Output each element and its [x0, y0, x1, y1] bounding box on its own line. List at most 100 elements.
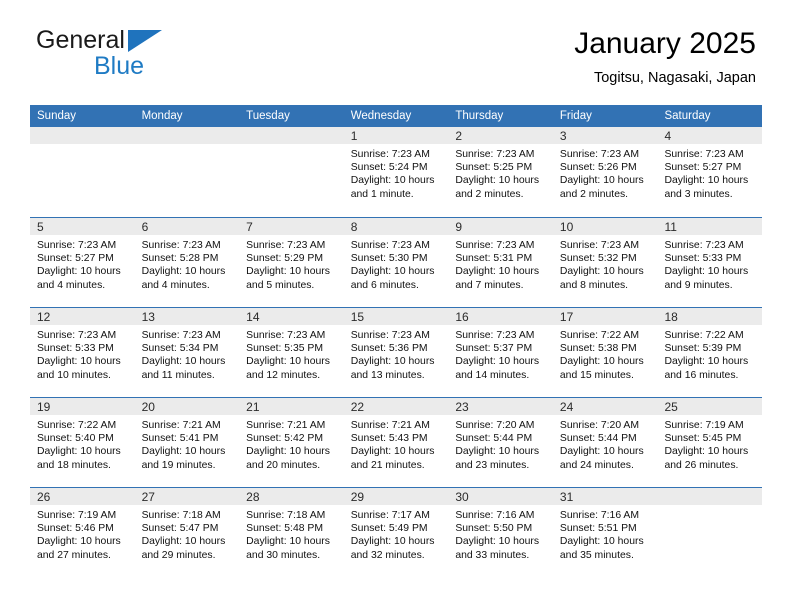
day-number: 1: [343, 127, 449, 144]
calendar-day-cell[interactable]: 15 Sunrise: 7:23 AM Sunset: 5:36 PM Dayligh…: [343, 308, 449, 397]
weekday-header-row: Sunday Monday Tuesday Wednesday Thursday…: [30, 105, 762, 127]
calendar-day-cell[interactable]: 16 Sunrise: 7:23 AM Sunset: 5:37 PM Dayligh…: [448, 308, 553, 397]
weekday-tuesday: Tuesday: [246, 110, 290, 122]
calendar-day-cell[interactable]: 11 Sunrise: 7:23 AM Sunset: 5:33 PM Dayligh…: [657, 218, 763, 307]
calendar-weeks: 1 Sunrise: 7:23 AM Sunset: 5:24 PM Daylight…: [30, 127, 763, 577]
calendar-day-cell[interactable]: 2 Sunrise: 7:23 AM Sunset: 5:25 PM Daylight…: [448, 127, 553, 217]
calendar-day-cell[interactable]: 20 Sunrise: 7:21 AM Sunset: 5:41 PM Dayligh…: [134, 398, 240, 487]
generalblue-logo: General Blue: [36, 26, 296, 90]
calendar-day-cell[interactable]: 31 Sunrise: 7:16 AM Sunset: 5:51 PM Dayligh…: [552, 488, 658, 577]
daylight-text-line1: Daylight: 10 hours: [559, 266, 644, 278]
calendar-day-cell[interactable]: 10 Sunrise: 7:23 AM Sunset: 5:32 PM Dayligh…: [552, 218, 658, 307]
sunset-text: Sunset: 5:27 PM: [37, 253, 114, 265]
daylight-text-line2: and 15 minutes.: [559, 369, 634, 381]
daylight-text-line1: Daylight: 10 hours: [664, 356, 749, 368]
calendar-week-row: 19 Sunrise: 7:22 AM Sunset: 5:40 PM Dayligh…: [30, 397, 763, 487]
calendar-day-cell[interactable]: 22 Sunrise: 7:21 AM Sunset: 5:43 PM Dayligh…: [343, 398, 449, 487]
daylight-text-line2: and 12 minutes.: [246, 369, 321, 381]
daylight-text-line2: and 5 minutes.: [246, 279, 315, 291]
sunrise-text: Sunrise: 7:23 AM: [664, 149, 744, 160]
daylight-text-line1: Daylight: 10 hours: [559, 446, 644, 458]
daylight-text-line1: Daylight: 10 hours: [559, 356, 644, 368]
sunset-text: Sunset: 5:36 PM: [350, 343, 428, 355]
daylight-text-line1: Daylight: 10 hours: [37, 536, 121, 548]
calendar-day-cell[interactable]: 21 Sunrise: 7:21 AM Sunset: 5:42 PM Dayligh…: [239, 398, 344, 487]
calendar-day-cell[interactable]: 9 Sunrise: 7:23 AM Sunset: 5:31 PM Daylight…: [448, 218, 553, 307]
sunset-text: Sunset: 5:33 PM: [37, 343, 114, 355]
day-sun-info: Sunrise: 7:18 AM Sunset: 5:48 PM Daylight:…: [239, 505, 344, 562]
sunrise-text: Sunrise: 7:19 AM: [664, 420, 744, 431]
calendar-week-row: 1 Sunrise: 7:23 AM Sunset: 5:24 PM Daylight…: [30, 127, 763, 217]
calendar-day-cell[interactable]: 29 Sunrise: 7:17 AM Sunset: 5:49 PM Dayligh…: [343, 488, 449, 577]
daylight-text-line2: and 33 minutes.: [455, 549, 530, 561]
daylight-text-line1: Daylight: 10 hours: [246, 446, 330, 458]
calendar-day-cell[interactable]: 18 Sunrise: 7:22 AM Sunset: 5:39 PM Dayligh…: [657, 308, 763, 397]
logo-text-general: General: [36, 26, 125, 54]
calendar-day-cell[interactable]: 3 Sunrise: 7:23 AM Sunset: 5:26 PM Daylight…: [552, 127, 658, 217]
daylight-text-line2: and 2 minutes.: [455, 188, 524, 200]
calendar-day-cell[interactable]: 12 Sunrise: 7:23 AM Sunset: 5:33 PM Dayligh…: [30, 308, 135, 397]
calendar-day-cell[interactable]: 6 Sunrise: 7:23 AM Sunset: 5:28 PM Daylight…: [134, 218, 240, 307]
daylight-text-line2: and 13 minutes.: [350, 369, 425, 381]
day-number: 23: [448, 398, 553, 415]
daylight-text-line2: and 3 minutes.: [664, 188, 733, 200]
sunrise-text: Sunrise: 7:18 AM: [246, 510, 326, 521]
daylight-text-line1: Daylight: 10 hours: [664, 266, 749, 278]
calendar-day-cell[interactable]: 28 Sunrise: 7:18 AM Sunset: 5:48 PM Dayligh…: [239, 488, 344, 577]
calendar-day-cell[interactable]: 23 Sunrise: 7:20 AM Sunset: 5:44 PM Dayligh…: [448, 398, 553, 487]
weekday-thursday: Thursday: [455, 110, 504, 122]
day-sun-info: Sunrise: 7:17 AM Sunset: 5:49 PM Daylight:…: [344, 505, 449, 562]
day-number: 29: [343, 488, 449, 505]
calendar-day-cell[interactable]: 13 Sunrise: 7:23 AM Sunset: 5:34 PM Dayligh…: [134, 308, 240, 397]
sunset-text: Sunset: 5:49 PM: [350, 523, 428, 535]
calendar-day-cell[interactable]: 19 Sunrise: 7:22 AM Sunset: 5:40 PM Dayligh…: [30, 398, 135, 487]
calendar-day-cell[interactable]: 7 Sunrise: 7:23 AM Sunset: 5:29 PM Daylight…: [239, 218, 344, 307]
sunset-text: Sunset: 5:47 PM: [141, 523, 219, 535]
sunrise-text: Sunrise: 7:20 AM: [559, 420, 640, 431]
day-number: [30, 127, 135, 144]
day-sun-info: Sunrise: 7:23 AM Sunset: 5:35 PM Daylight:…: [239, 325, 344, 382]
sunset-text: Sunset: 5:26 PM: [559, 162, 637, 174]
calendar-day-cell[interactable]: 4 Sunrise: 7:23 AM Sunset: 5:27 PM Daylight…: [657, 127, 763, 217]
calendar-day-cell[interactable]: 26 Sunrise: 7:19 AM Sunset: 5:46 PM Dayligh…: [30, 488, 135, 577]
daylight-text-line1: Daylight: 10 hours: [455, 356, 540, 368]
calendar-day-cell[interactable]: 25 Sunrise: 7:19 AM Sunset: 5:45 PM Dayligh…: [657, 398, 763, 487]
sunset-text: Sunset: 5:31 PM: [455, 253, 533, 265]
day-number: 5: [30, 218, 135, 235]
calendar-day-cell[interactable]: 17 Sunrise: 7:22 AM Sunset: 5:38 PM Dayligh…: [552, 308, 658, 397]
day-sun-info: Sunrise: 7:23 AM Sunset: 5:34 PM Daylight:…: [135, 325, 240, 382]
day-number: 18: [657, 308, 763, 325]
calendar-grid: Sunday Monday Tuesday Wednesday Thursday…: [30, 105, 763, 577]
daylight-text-line1: Daylight: 10 hours: [455, 175, 540, 187]
day-sun-info: Sunrise: 7:23 AM Sunset: 5:36 PM Daylight:…: [344, 325, 449, 382]
sunrise-text: Sunrise: 7:21 AM: [350, 420, 430, 431]
sunrise-text: Sunrise: 7:20 AM: [455, 420, 535, 431]
sunrise-text: Sunrise: 7:23 AM: [455, 330, 535, 341]
sunrise-text: Sunrise: 7:21 AM: [141, 420, 221, 431]
weekday-sunday: Sunday: [37, 110, 77, 122]
daylight-text-line2: and 32 minutes.: [350, 549, 425, 561]
daylight-text-line1: Daylight: 10 hours: [664, 175, 749, 187]
daylight-text-line1: Daylight: 10 hours: [246, 266, 330, 278]
day-number: 15: [343, 308, 449, 325]
day-number: 4: [657, 127, 763, 144]
day-sun-info: Sunrise: 7:23 AM Sunset: 5:26 PM Daylight:…: [553, 144, 658, 201]
calendar-day-cell[interactable]: 14 Sunrise: 7:23 AM Sunset: 5:35 PM Dayligh…: [239, 308, 344, 397]
calendar-page: General Blue January 2025 Togitsu, Nagas…: [0, 0, 792, 612]
daylight-text-line2: and 11 minutes.: [141, 369, 215, 381]
calendar-day-cell[interactable]: 24 Sunrise: 7:20 AM Sunset: 5:44 PM Dayligh…: [552, 398, 658, 487]
title-block: January 2025 Togitsu, Nagasaki, Japan: [574, 26, 756, 88]
daylight-text-line2: and 7 minutes.: [455, 279, 524, 291]
calendar-day-cell[interactable]: 27 Sunrise: 7:18 AM Sunset: 5:47 PM Dayligh…: [134, 488, 240, 577]
daylight-text-line1: Daylight: 10 hours: [350, 446, 435, 458]
calendar-day-cell[interactable]: 1 Sunrise: 7:23 AM Sunset: 5:24 PM Daylight…: [343, 127, 449, 217]
calendar-day-cell[interactable]: 5 Sunrise: 7:23 AM Sunset: 5:27 PM Daylight…: [30, 218, 135, 307]
day-sun-info: Sunrise: 7:16 AM Sunset: 5:51 PM Daylight:…: [553, 505, 658, 562]
daylight-text-line2: and 35 minutes.: [559, 549, 634, 561]
daylight-text-line1: Daylight: 10 hours: [141, 356, 226, 368]
calendar-day-cell[interactable]: 8 Sunrise: 7:23 AM Sunset: 5:30 PM Daylight…: [343, 218, 449, 307]
sunset-text: Sunset: 5:41 PM: [141, 433, 219, 445]
sunset-text: Sunset: 5:27 PM: [664, 162, 742, 174]
calendar-day-cell[interactable]: 30 Sunrise: 7:16 AM Sunset: 5:50 PM Dayligh…: [448, 488, 553, 577]
daylight-text-line1: Daylight: 10 hours: [350, 356, 435, 368]
